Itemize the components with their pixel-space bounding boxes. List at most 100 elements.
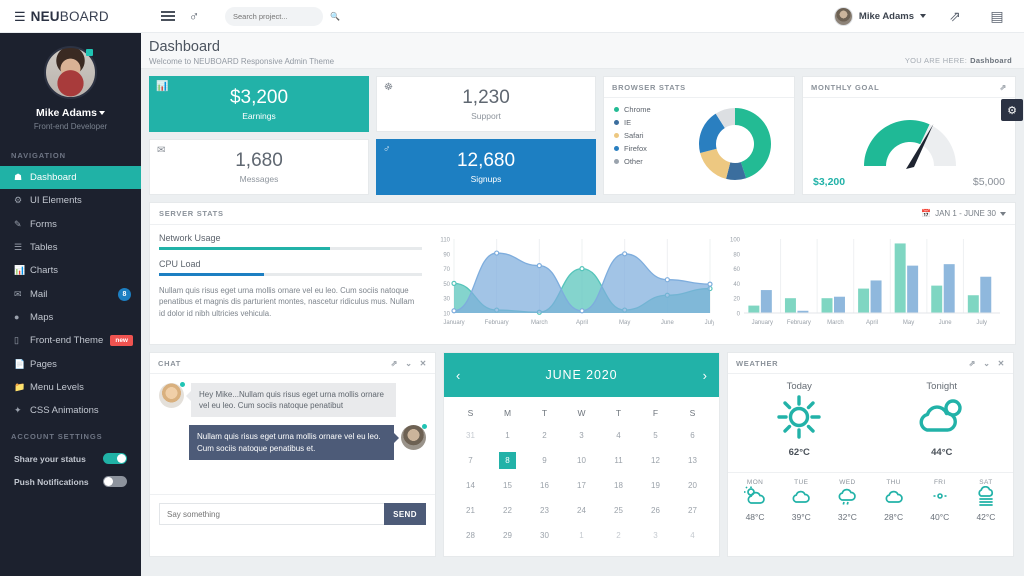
stat-card-earnings[interactable]: 📊 $3,200 Earnings (149, 76, 369, 132)
stat-row-2: ✉ 1,680 Messages ♂ 12,680 Signups (149, 139, 596, 195)
calendar-day[interactable]: 31 (452, 423, 489, 448)
sidebar-item-dashboard[interactable]: ☗ Dashboard (0, 166, 141, 190)
push-notifications-toggle[interactable] (103, 476, 127, 488)
sidebar-item-label: Front-end Theme (30, 335, 104, 347)
calendar-day[interactable]: 1 (489, 423, 526, 448)
calendar-day[interactable]: 1 (563, 523, 600, 548)
calendar-day[interactable]: 13 (674, 448, 711, 473)
hamburger-icon[interactable] (155, 3, 181, 29)
calendar-day[interactable]: 28 (452, 523, 489, 548)
calendar-weekday: M (503, 408, 512, 418)
bar (760, 290, 772, 313)
calendar-day[interactable]: 20 (674, 473, 711, 498)
calendar-day[interactable]: 30 (526, 523, 563, 548)
chevron-down-icon[interactable]: ⌄ (983, 359, 990, 368)
bar (784, 298, 796, 313)
calendar-day[interactable]: 5 (637, 423, 674, 448)
user-menu[interactable]: Mike Adams (833, 6, 926, 26)
close-icon[interactable]: ✕ (420, 359, 427, 368)
expand-arrows-icon[interactable]: ⇗ (391, 359, 398, 368)
calendar-day[interactable]: 25 (600, 498, 637, 523)
calendar-day[interactable]: 10 (563, 448, 600, 473)
calendar-day[interactable]: 17 (563, 473, 600, 498)
expand-arrows-icon[interactable]: ⇗ (969, 359, 976, 368)
stat-card-signups[interactable]: ♂ 12,680 Signups (376, 139, 596, 195)
calendar-day[interactable]: 22 (489, 498, 526, 523)
calendar-day[interactable]: 26 (637, 498, 674, 523)
y-tick-label: 90 (443, 252, 450, 258)
forecast-day-label: TUE (794, 479, 809, 486)
breadcrumb: YOU ARE HERE: Dashboard (905, 39, 1012, 65)
account-setting-share-status[interactable]: Share your status (0, 447, 141, 470)
calendar-day[interactable]: 29 (489, 523, 526, 548)
calendar-day[interactable]: 3 (637, 523, 674, 548)
breadcrumb-current[interactable]: Dashboard (970, 56, 1012, 65)
calendar-day[interactable]: 3 (563, 423, 600, 448)
mail-badge: 8 (118, 287, 131, 301)
search-box[interactable]: 🔍 (225, 6, 340, 26)
calendar-day[interactable]: 21 (452, 498, 489, 523)
progress-track-network (159, 247, 422, 250)
sidebar-item-mail[interactable]: ✉ Mail 8 (0, 282, 141, 305)
sidebar-profile[interactable]: Mike Adams Front-end Developer (0, 33, 141, 141)
calendar-day[interactable]: 8 (489, 448, 526, 473)
calendar-day[interactable]: 6 (674, 423, 711, 448)
sidebar-item-forms[interactable]: ✎ Forms (0, 213, 141, 236)
stat-card-support[interactable]: ☸ 1,230 Support (376, 76, 596, 132)
date-range-selector[interactable]: 📅 JAN 1 - JUNE 30 (921, 209, 1006, 218)
expand-arrows-icon[interactable]: ⇗ (1000, 83, 1007, 92)
calendar-day[interactable]: 18 (600, 473, 637, 498)
calendar-day[interactable]: 15 (489, 473, 526, 498)
cloud-rain-icon (824, 486, 870, 511)
legend-label: Firefox (624, 144, 647, 153)
profile-name-row[interactable]: Mike Adams (0, 107, 141, 119)
calendar-grid: SMTWTFS 31 1 2 3 4 5 6 7 8 9 10 11 12 13 14 15 16 17 18 19 2… (444, 397, 719, 556)
sidebar-item-maps[interactable]: ● Maps (0, 306, 141, 329)
calendar-day[interactable]: 4 (674, 523, 711, 548)
brand-logo[interactable]: ☰ NEUBOARD (0, 0, 141, 33)
calendar-day[interactable]: 11 (600, 448, 637, 473)
sidebar-item-css-animations[interactable]: ✦ CSS Animations (0, 399, 141, 422)
sidebar-item-front-end-theme[interactable]: ▯ Front-end Theme new (0, 329, 141, 352)
sidebar-item-tables[interactable]: ☰ Tables (0, 236, 141, 259)
calendar-day[interactable]: 27 (674, 498, 711, 523)
calendar-day[interactable]: 12 (637, 448, 674, 473)
share-status-toggle[interactable] (103, 453, 127, 465)
sidebar-item-ui-elements[interactable]: ⚙ UI Elements (0, 189, 141, 212)
gear-icon[interactable]: ⚙ (1001, 99, 1023, 121)
forecast-temp: 32°C (837, 512, 857, 522)
calendar-day[interactable]: 4 (600, 423, 637, 448)
stat-label: Messages (239, 173, 279, 184)
calendar-day[interactable]: 14 (452, 473, 489, 498)
chevron-left-icon[interactable]: ‹ (456, 368, 460, 383)
stat-card-messages[interactable]: ✉ 1,680 Messages (149, 139, 369, 195)
sidebar-item-label: Forms (30, 218, 57, 230)
user-outline-icon[interactable]: ♂ (181, 3, 207, 29)
search-input[interactable] (233, 11, 330, 21)
calendar-day[interactable]: 24 (563, 498, 600, 523)
chat-panel: CHAT ⇗ ⌄ ✕ Hey Mike...Nullam quis risus … (149, 352, 436, 557)
sidebar-item-pages[interactable]: 📄 Pages (0, 352, 141, 375)
y-tick-label: 70 (443, 267, 450, 273)
calendar-week: 14 15 16 17 18 19 20 (452, 473, 711, 498)
expand-arrows-icon[interactable]: ⇗ (942, 3, 968, 29)
sidebar-item-menu-levels[interactable]: 📁 Menu Levels (0, 376, 141, 399)
calendar-day[interactable]: 2 (600, 523, 637, 548)
account-setting-push-notifications[interactable]: Push Notifications (0, 470, 141, 493)
weather-period-label: Today (786, 381, 812, 392)
calendar-day[interactable]: 19 (637, 473, 674, 498)
x-tick-label: July (976, 320, 987, 326)
chat-input[interactable] (159, 503, 384, 525)
send-button[interactable]: SEND (384, 503, 426, 525)
right-panel-icon[interactable]: ▤ (984, 3, 1010, 29)
calendar-day[interactable]: 9 (526, 448, 563, 473)
search-icon[interactable]: 🔍 (330, 12, 340, 21)
close-icon[interactable]: ✕ (998, 359, 1005, 368)
calendar-day[interactable]: 16 (526, 473, 563, 498)
calendar-day[interactable]: 23 (526, 498, 563, 523)
sidebar-item-charts[interactable]: 📊 Charts (0, 259, 141, 282)
chevron-down-icon[interactable]: ⌄ (405, 359, 412, 368)
calendar-day[interactable]: 7 (452, 448, 489, 473)
calendar-day[interactable]: 2 (526, 423, 563, 448)
chevron-right-icon[interactable]: › (703, 368, 707, 383)
